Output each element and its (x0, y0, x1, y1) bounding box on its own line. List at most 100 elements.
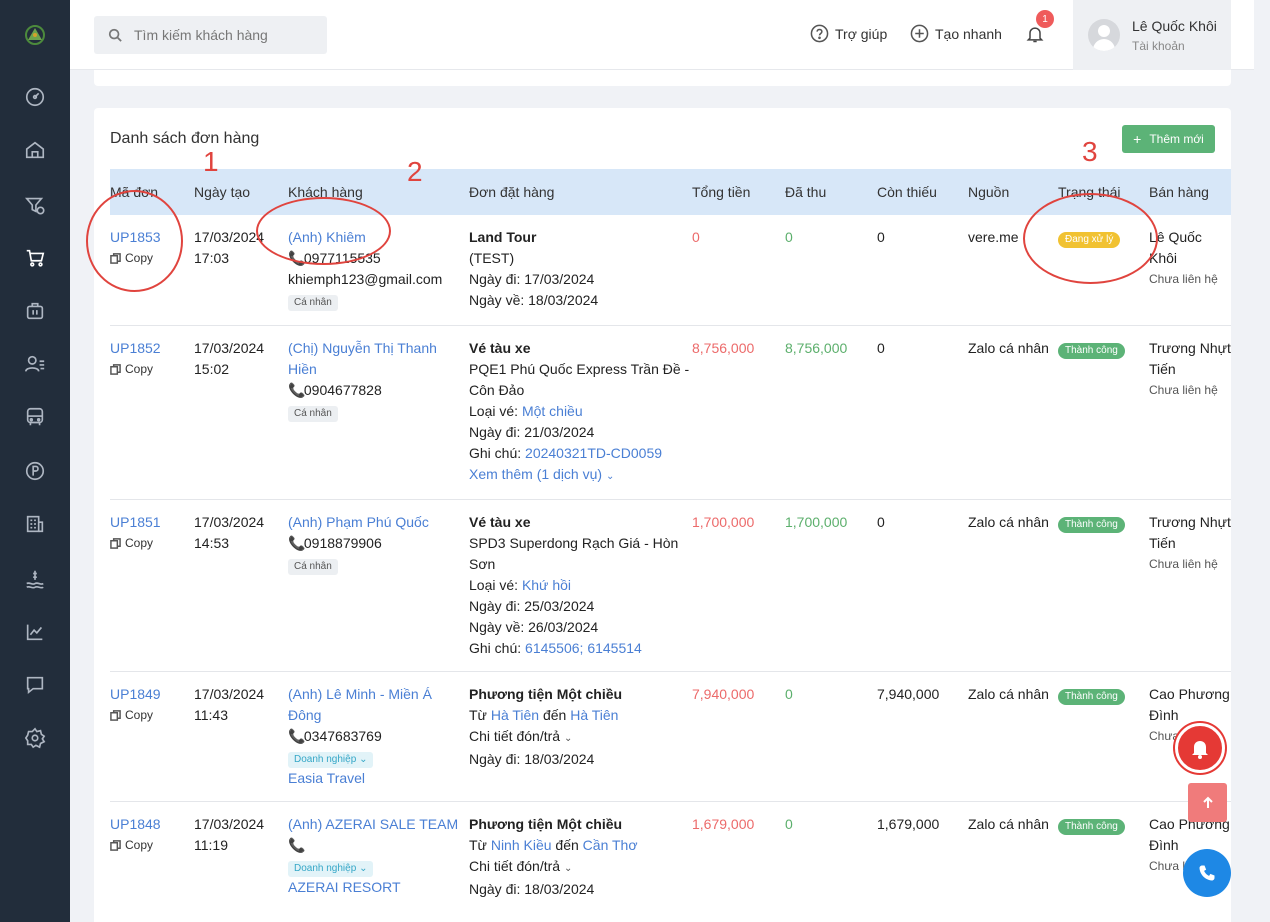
total-amount: 7,940,000 (692, 685, 755, 702)
customer-link[interactable]: (Chị) Nguyễn Thị Thanh Hiền (288, 338, 469, 380)
settings-icon[interactable] (22, 725, 48, 751)
see-more-link[interactable]: Xem thêm (1 dịch vụ) ⌄ (469, 464, 692, 487)
add-new-button[interactable]: + Thêm mới (1122, 125, 1215, 153)
remaining-amount: 7,940,000 (877, 685, 940, 702)
pickup-detail-toggle[interactable]: Chi tiết đón/trả ⌄ (469, 726, 692, 749)
search-icon (108, 28, 122, 42)
return-date: Ngày về: 26/03/2024 (469, 618, 599, 635)
order-note: Ghi chú: 20240321TD-CD0059 (469, 444, 663, 461)
company-link[interactable]: Easia Travel (288, 768, 469, 789)
sidebar (0, 0, 70, 922)
dashboard-icon[interactable] (22, 84, 48, 110)
seller-contact-status: Chưa liên hệ (1149, 382, 1218, 397)
company-link[interactable]: AZERAI RESORT (288, 877, 469, 898)
order-title: Vé tàu xe (469, 339, 531, 356)
table-row: UP1848 Copy 17/03/2024 11:19 (Anh) AZERAI… (110, 801, 1231, 922)
ticket-type: Loại vé: Một chiều (469, 402, 583, 419)
table-row: UP1849 Copy 17/03/2024 11:43 (Anh) Lê Min… (110, 671, 1231, 801)
seller-name: Lê Quốc Khôi (1149, 229, 1202, 266)
bell-icon (1192, 741, 1208, 759)
order-code-link[interactable]: UP1852 (110, 338, 194, 359)
help-label: Trợ giúp (835, 25, 888, 42)
copy-button[interactable]: Copy (110, 835, 194, 856)
order-source: Zalo cá nhân (968, 685, 1049, 702)
col-header-order[interactable]: Đơn đặt hàng (469, 169, 692, 215)
created-date: 17/03/2024 (194, 685, 265, 702)
copy-icon (110, 709, 121, 721)
order-line: Ngày về: 18/03/2024 (469, 292, 599, 308)
total-amount: 8,756,000 (692, 339, 755, 356)
chat-icon[interactable] (22, 672, 48, 698)
seller-name: Cao Phương Đình (1149, 685, 1230, 723)
building-icon[interactable] (22, 511, 48, 537)
copy-button[interactable]: Copy (110, 533, 194, 554)
parking-icon[interactable] (22, 458, 48, 484)
cart-icon[interactable] (22, 245, 48, 271)
orders-table: Mã đơn Ngày tạo Khách hàng Đơn đặt hàng … (110, 169, 1231, 922)
avatar (1088, 19, 1120, 51)
scroll-to-top-button[interactable] (1188, 783, 1227, 822)
search-input[interactable] (134, 27, 314, 43)
status-badge: Thành công (1058, 818, 1125, 835)
copy-icon (110, 839, 121, 851)
customer-type-tag[interactable]: Doanh nghiệp ⌄ (288, 751, 374, 768)
order-code-link[interactable]: UP1849 (110, 684, 194, 705)
account-menu[interactable]: Lê Quốc Khôi Tài khoản (1073, 0, 1231, 70)
chevron-down-icon: ⌄ (359, 753, 368, 765)
total-amount: 0 (692, 229, 700, 245)
phone-icon: 📞 (288, 381, 306, 398)
customer-link[interactable]: (Anh) Lê Minh - Miền Á Đông (288, 684, 469, 726)
order-line: Ngày đi: 17/03/2024 (469, 271, 595, 287)
col-header-remaining[interactable]: Còn thiếu (877, 169, 968, 215)
briefcase-icon[interactable] (22, 298, 48, 324)
account-subtitle: Tài khoản (1132, 39, 1185, 53)
search-box[interactable] (94, 16, 327, 54)
order-code-link[interactable]: UP1851 (110, 512, 194, 533)
annotation-circle-status (1023, 193, 1158, 284)
bus-icon[interactable] (22, 404, 48, 430)
chevron-down-icon: ⌄ (605, 470, 615, 482)
filter-money-icon[interactable] (22, 192, 48, 218)
notification-count-badge: 1 (1036, 10, 1054, 28)
floating-notification-button[interactable] (1175, 723, 1225, 773)
top-bar: Trợ giúp Tạo nhanh 1 Lê Quốc Khôi Tài kh… (70, 0, 1254, 70)
chart-line-icon[interactable] (22, 619, 48, 645)
help-icon (810, 24, 829, 43)
orders-title: Danh sách đơn hàng (110, 130, 260, 147)
order-title: Phương tiện Một chiều (469, 815, 623, 832)
quick-create-button[interactable]: Tạo nhanh (910, 24, 1002, 43)
call-button[interactable] (1183, 849, 1231, 897)
seller-name: Trương Nhựt Tiến (1149, 339, 1231, 377)
customer-link[interactable]: (Anh) Phạm Phú Quốc (288, 512, 469, 533)
home-icon[interactable] (22, 137, 48, 163)
paid-amount: 8,756,000 (785, 339, 848, 356)
filter-card (94, 70, 1231, 86)
paid-amount: 1,700,000 (785, 513, 848, 530)
col-header-seller[interactable]: Bán hàng (1149, 169, 1231, 215)
paid-amount: 0 (785, 229, 793, 245)
order-code-link[interactable]: UP1848 (110, 814, 194, 835)
account-name: Lê Quốc Khôi (1132, 18, 1217, 34)
users-list-icon[interactable] (22, 351, 48, 377)
copy-button[interactable]: Copy (110, 359, 194, 380)
copy-icon (110, 363, 121, 375)
phone-icon (1199, 865, 1215, 881)
customer-type-tag[interactable]: Doanh nghiệp ⌄ (288, 860, 374, 877)
annotation-number-3: 3 (1082, 136, 1098, 167)
status-badge: Thành công (1058, 688, 1125, 705)
remaining-amount: 0 (877, 229, 885, 245)
status-badge: Thành công (1058, 342, 1125, 359)
order-line: PQE1 Phú Quốc Express Trần Đề - Côn Đảo (469, 360, 690, 398)
created-time: 14:53 (194, 534, 230, 551)
copy-button[interactable]: Copy (110, 705, 194, 726)
col-header-paid[interactable]: Đã thu (785, 169, 877, 215)
water-money-icon[interactable] (22, 566, 48, 592)
help-button[interactable]: Trợ giúp (810, 24, 887, 43)
order-title: Phương tiện Một chiều (469, 685, 623, 702)
pickup-detail-toggle[interactable]: Chi tiết đón/trả ⌄ (469, 856, 692, 879)
app-logo[interactable] (20, 20, 50, 50)
created-date: 17/03/2024 (194, 339, 265, 356)
order-line: (TEST) (469, 250, 515, 266)
customer-link[interactable]: (Anh) AZERAI SALE TEAM (288, 814, 469, 835)
col-header-total[interactable]: Tổng tiền (692, 169, 785, 215)
